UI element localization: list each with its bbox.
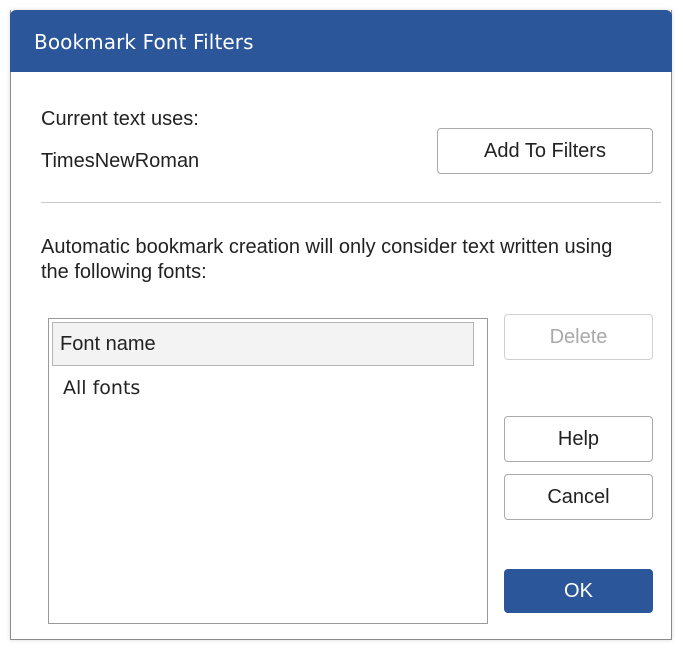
help-button[interactable]: Help: [504, 416, 653, 462]
cancel-button[interactable]: Cancel: [504, 474, 653, 520]
fonts-listbox[interactable]: Font name All fonts: [48, 318, 488, 624]
description-line-1: Automatic bookmark creation will only co…: [41, 236, 613, 258]
font-name-column-header[interactable]: Font name: [52, 322, 474, 366]
ok-button[interactable]: OK: [504, 569, 653, 613]
bookmark-font-filters-dialog: Bookmark Font Filters Current text uses:…: [10, 10, 672, 640]
list-item[interactable]: All fonts: [63, 377, 140, 399]
dialog-title: Bookmark Font Filters: [34, 30, 254, 54]
section-divider: [41, 202, 661, 203]
dialog-title-bar[interactable]: Bookmark Font Filters: [10, 10, 672, 72]
description-line-2: the following fonts:: [41, 261, 207, 283]
current-font-value: TimesNewRoman: [41, 150, 200, 172]
delete-button[interactable]: Delete: [504, 314, 653, 360]
add-to-filters-button[interactable]: Add To Filters: [437, 128, 653, 174]
current-text-label: Current text uses:: [41, 108, 199, 130]
